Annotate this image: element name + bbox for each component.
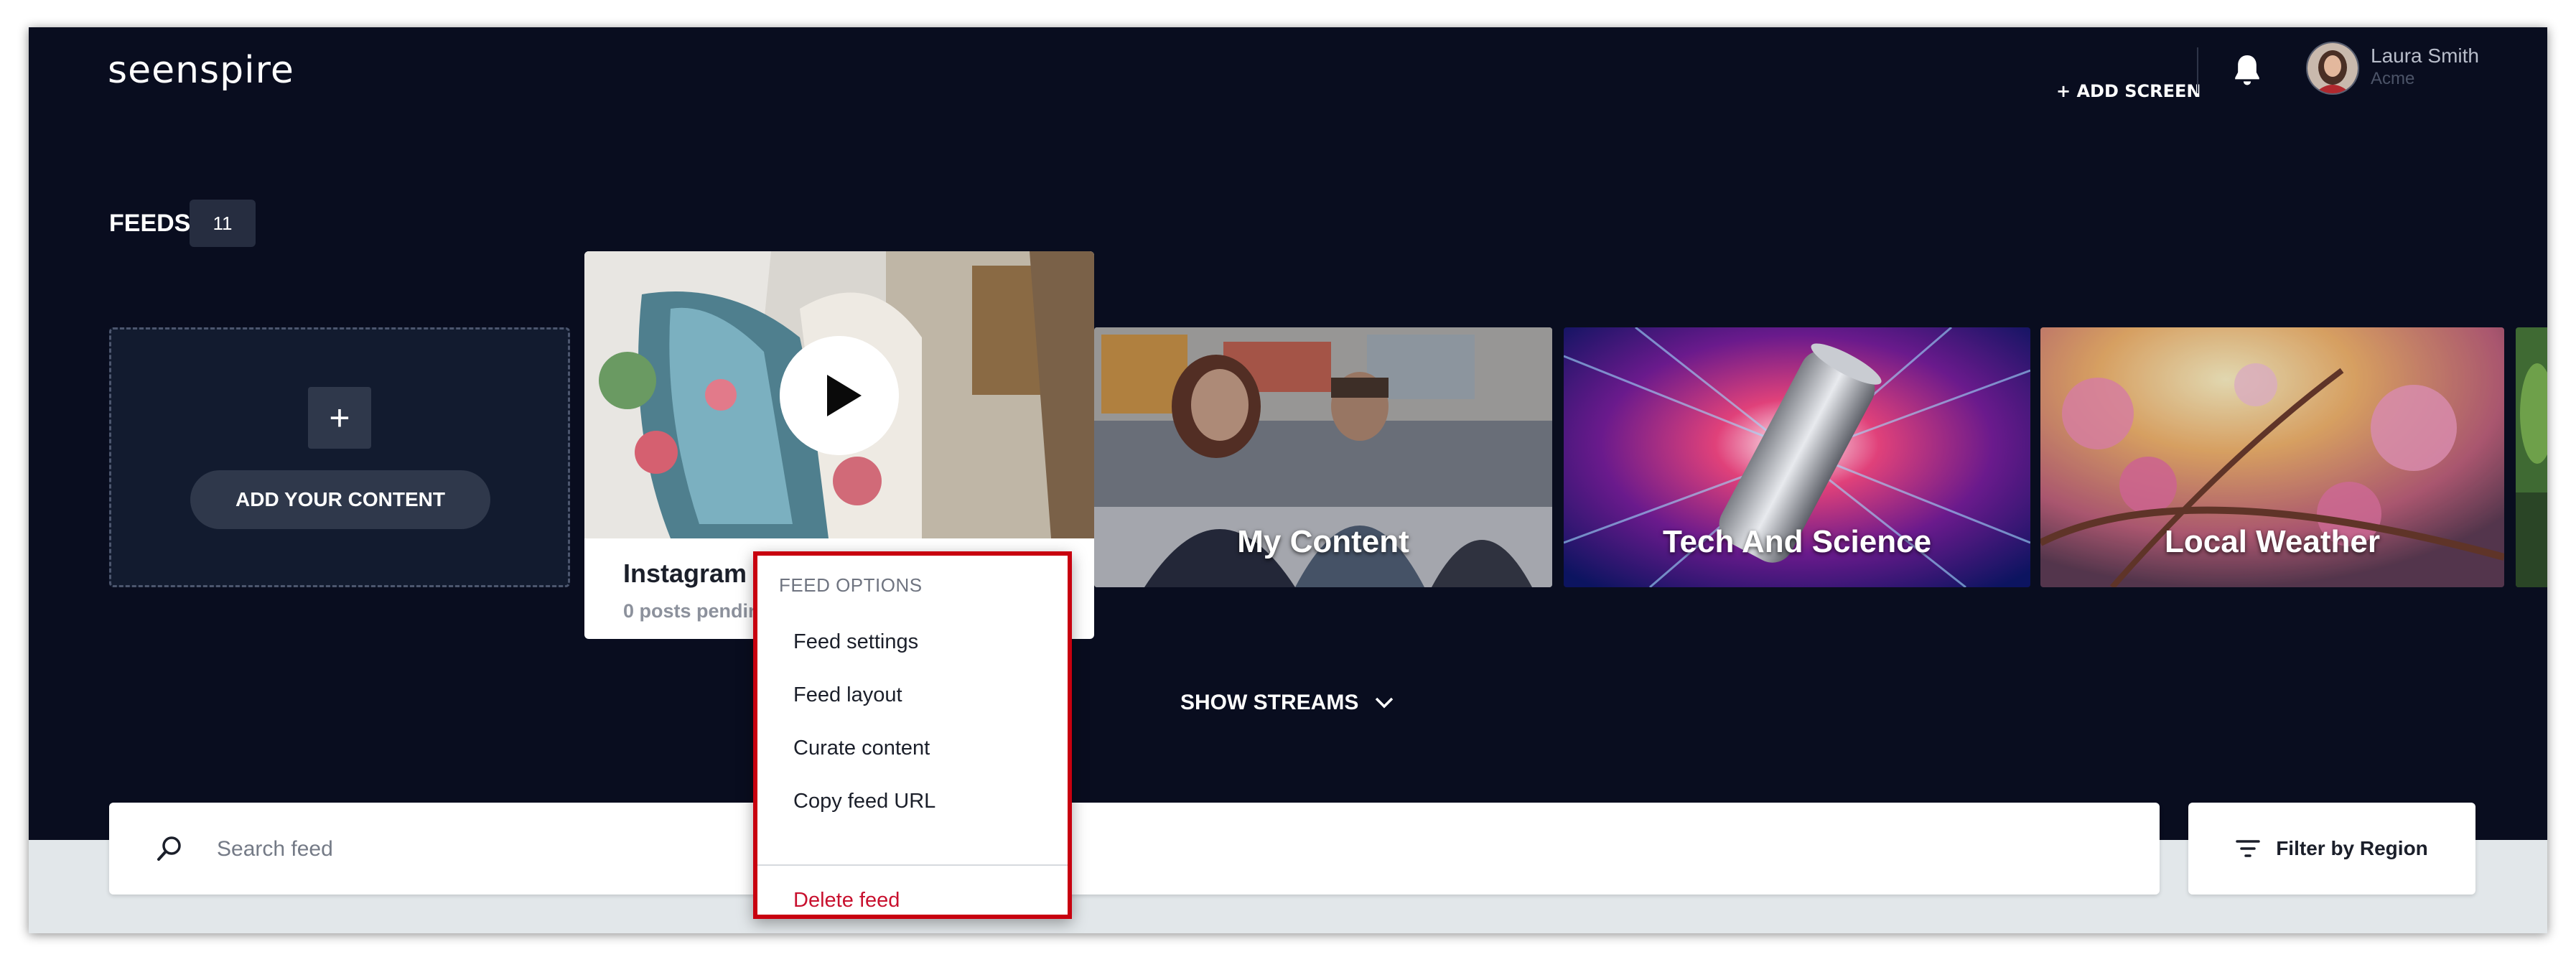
feeds-title: FEEDS <box>109 210 191 237</box>
feed-tile-tech-and-science[interactable]: Tech And Science <box>1564 327 2030 587</box>
add-screen-button[interactable]: + ADD SCREEN <box>2056 81 2201 101</box>
menu-item-copy-feed-url[interactable]: Copy feed URL <box>793 790 935 813</box>
user-name[interactable]: Laura Smith <box>2371 45 2479 67</box>
tile-label: My Content <box>1237 524 1409 559</box>
show-streams-toggle[interactable]: SHOW STREAMS <box>1180 691 1394 715</box>
menu-item-delete-feed[interactable]: Delete feed <box>793 889 900 912</box>
add-content-button[interactable]: ADD YOUR CONTENT <box>190 470 490 529</box>
add-content-card[interactable]: + ADD YOUR CONTENT <box>109 327 570 587</box>
feed-options-menu: FEED OPTIONS Feed settings Feed layout C… <box>753 551 1072 919</box>
filter-by-region-button[interactable]: Filter by Region <box>2188 803 2475 895</box>
menu-divider <box>757 864 1068 866</box>
bell-icon[interactable] <box>2227 50 2267 90</box>
filter-label: Filter by Region <box>2276 837 2428 859</box>
instagram-feed-status: 0 posts pending <box>623 600 773 622</box>
app-window: seenspire + ADD SCREEN Laura Smith Acme … <box>29 27 2547 933</box>
search-icon <box>157 836 181 861</box>
chevron-down-icon <box>1376 697 1394 709</box>
plus-icon[interactable]: + <box>308 387 371 449</box>
play-icon[interactable] <box>780 336 899 455</box>
search-input[interactable] <box>215 831 2085 867</box>
filter-icon <box>2236 840 2260 857</box>
search-bar <box>109 803 2160 895</box>
menu-item-feed-settings[interactable]: Feed settings <box>793 630 918 654</box>
feed-tile-my-content[interactable]: My Content <box>1094 327 1552 587</box>
logo[interactable]: seenspire <box>108 49 294 92</box>
feed-tile-local-weather[interactable]: Local Weather <box>2040 327 2504 587</box>
instagram-feed-title: Instagram <box>623 559 747 588</box>
user-org: Acme <box>2371 69 2415 88</box>
tile-label: Tech And Science <box>1662 524 1932 559</box>
show-streams-label: SHOW STREAMS <box>1180 691 1359 714</box>
feeds-count-badge: 11 <box>190 200 256 247</box>
partial-tile-image <box>2516 327 2547 587</box>
header-divider <box>2197 47 2198 93</box>
feed-tile-partial[interactable] <box>2516 327 2547 587</box>
menu-item-feed-layout[interactable]: Feed layout <box>793 683 902 707</box>
menu-item-curate-content[interactable]: Curate content <box>793 737 930 760</box>
tile-label: Local Weather <box>2165 524 2380 559</box>
avatar[interactable] <box>2306 42 2359 95</box>
menu-header: FEED OPTIONS <box>779 574 923 596</box>
